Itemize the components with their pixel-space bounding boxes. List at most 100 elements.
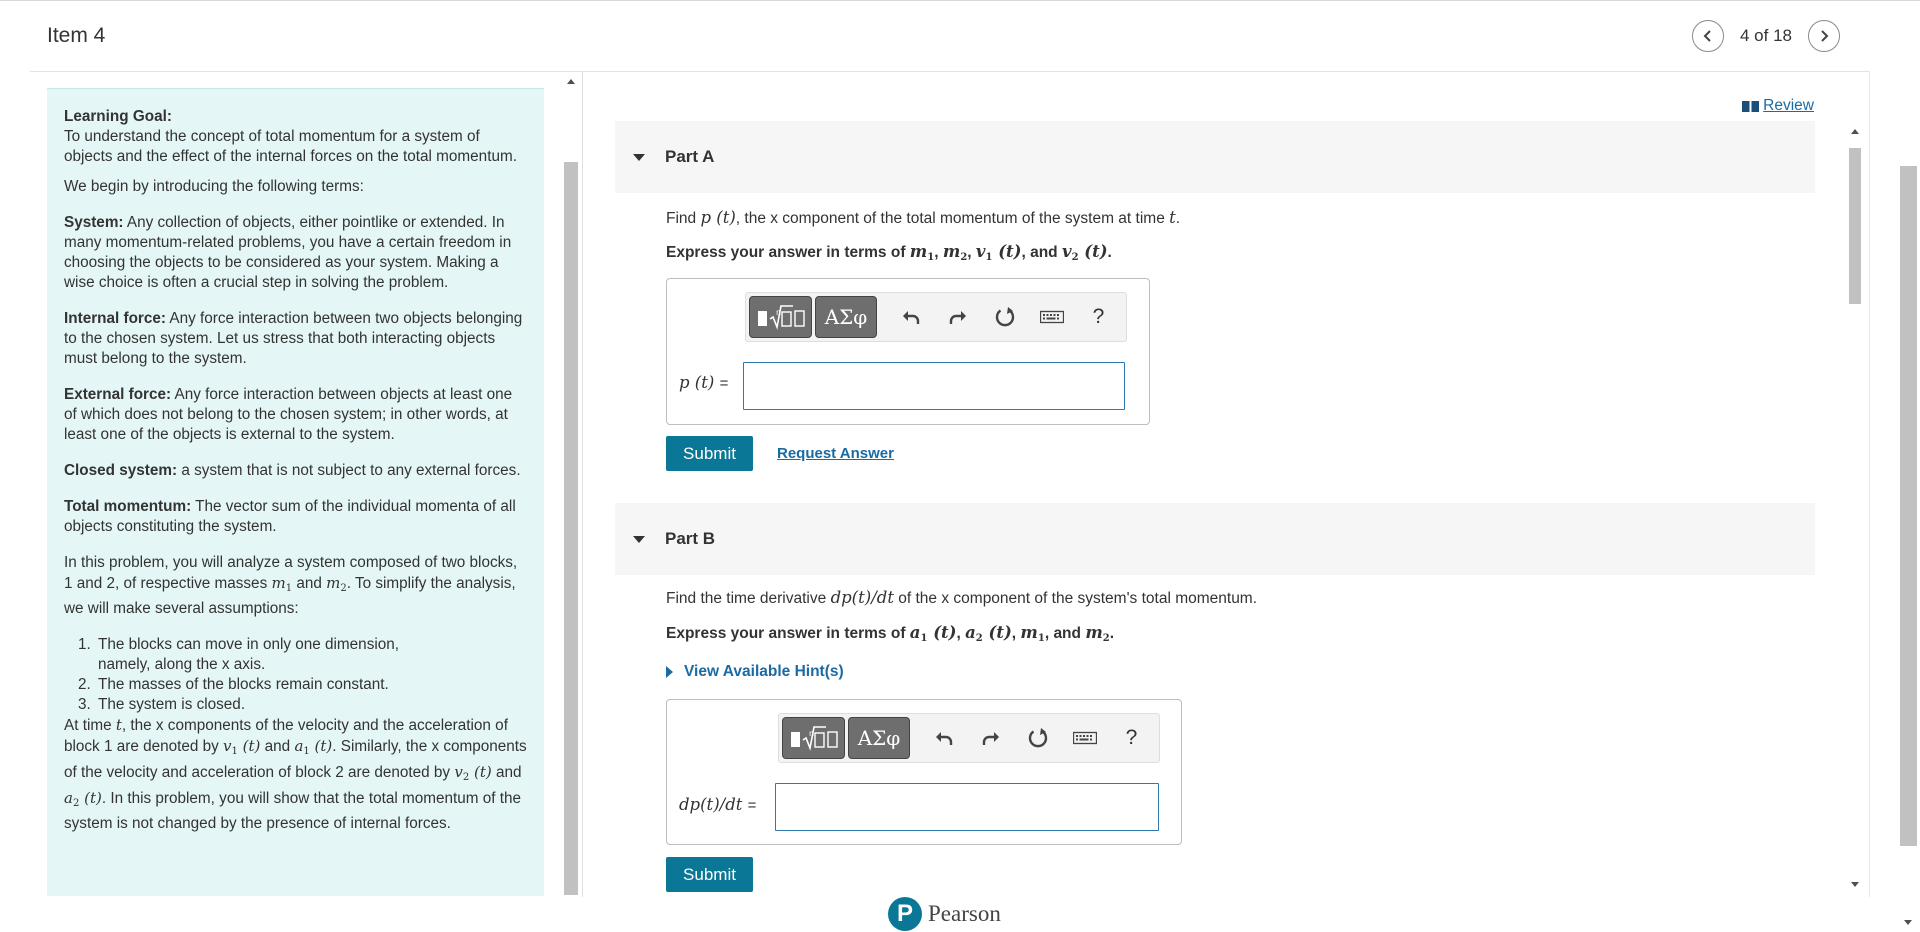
assumption-item: The system is closed.: [95, 695, 528, 715]
templates-button[interactable]: n: [782, 717, 845, 759]
item-pager: 4 of 18: [1692, 20, 1840, 52]
content-scrollbar[interactable]: [1846, 124, 1864, 896]
part-b-question: Find the time derivative dp(t)/dt of the…: [666, 588, 1258, 607]
scroll-down-arrow-icon[interactable]: [1904, 920, 1912, 925]
part-a-variable-label: p (t) =: [679, 373, 729, 392]
pearson-logo: P Pearson: [888, 897, 1001, 931]
closing-text: At time: [64, 717, 112, 734]
closing-text: and: [264, 738, 291, 755]
reset-button[interactable]: [981, 296, 1028, 338]
scroll-down-arrow-icon[interactable]: [1851, 882, 1859, 887]
greek-symbols-icon: ΑΣφ: [857, 726, 901, 750]
keyboard-icon: [1039, 310, 1064, 324]
greek-symbols-button[interactable]: ΑΣφ: [848, 717, 910, 759]
term-definition: a system that is not subject to any exte…: [181, 462, 521, 479]
brand-name: Pearson: [928, 901, 1001, 926]
scroll-up-arrow-icon[interactable]: [1851, 129, 1859, 134]
part-b-answer-box: n ΑΣφ ? dp(t)/dt =: [666, 699, 1182, 845]
math-a2t: a2 (t): [64, 789, 102, 809]
term-total-momentum: Total momentum: The vector sum of the in…: [64, 497, 528, 537]
keyboard-button[interactable]: [1061, 717, 1108, 759]
scroll-up-arrow-icon[interactable]: [567, 79, 575, 84]
intro-scrollbar[interactable]: [561, 74, 581, 897]
math-m1: m1: [1020, 623, 1045, 644]
view-hints-toggle[interactable]: View Available Hint(s): [666, 663, 844, 681]
content-scroll-thumb[interactable]: [1849, 148, 1861, 304]
redo-button[interactable]: [967, 717, 1014, 759]
math-toolbar: n ΑΣφ ?: [778, 713, 1160, 763]
greek-symbols-icon: ΑΣφ: [824, 305, 868, 329]
math-toolbar: n ΑΣφ ?: [745, 292, 1127, 342]
reset-button[interactable]: [1014, 717, 1061, 759]
part-b-variable-label: dp(t)/dt =: [679, 795, 757, 814]
part-a-title: Part A: [665, 147, 715, 166]
closing-text: and: [495, 764, 522, 781]
redo-icon: [949, 311, 966, 324]
part-b-answer-input[interactable]: [775, 783, 1159, 831]
learning-goal: Learning Goal: To understand the concept…: [64, 107, 528, 167]
term-label: External force:: [64, 386, 172, 403]
term-label: Closed system:: [64, 462, 178, 479]
undo-button[interactable]: [887, 296, 934, 338]
learning-goal-text: To understand the concept of total momen…: [64, 128, 517, 165]
previous-item-button[interactable]: [1692, 20, 1724, 52]
chevron-left-icon: [1703, 30, 1711, 42]
request-answer-link[interactable]: Request Answer: [777, 445, 894, 462]
term-label: Total momentum:: [64, 498, 192, 515]
term-external-force: External force: Any force interaction be…: [64, 385, 528, 445]
right-border: [1869, 71, 1870, 897]
book-icon: [1742, 100, 1760, 112]
term-label: System:: [64, 214, 124, 231]
undo-button[interactable]: [920, 717, 967, 759]
assumption-item: The blocks can move in only one dimensio…: [95, 635, 528, 675]
page-scroll-thumb[interactable]: [1900, 166, 1917, 846]
math-m1: m1: [271, 574, 293, 594]
help-button[interactable]: ?: [1108, 717, 1155, 759]
math-dpdt: dp(t)/dt: [830, 588, 894, 607]
help-button[interactable]: ?: [1075, 296, 1122, 338]
math-v1t: v1 (t): [223, 737, 261, 757]
term-label: Internal force:: [64, 310, 166, 327]
collapse-triangle-icon: [633, 535, 645, 543]
intro-panel[interactable]: Learning Goal: To understand the concept…: [47, 88, 544, 896]
term-system: System: Any collection of objects, eithe…: [64, 213, 528, 293]
problem-description: In this problem, you will analyze a syst…: [64, 553, 528, 619]
math-v2t: v2 (t): [1061, 242, 1108, 263]
intro-text: We begin by introducing the following te…: [64, 178, 364, 195]
part-a-header[interactable]: Part A: [615, 121, 1815, 193]
part-b-title: Part B: [665, 529, 716, 548]
math-v1t: v1 (t): [975, 242, 1022, 263]
part-b-instructions: Express your answer in terms of a1 (t), …: [666, 623, 1115, 644]
term-internal-force: Internal force: Any force interaction be…: [64, 309, 528, 369]
term-closed-system: Closed system: a system that is not subj…: [64, 461, 528, 481]
help-icon: ?: [1092, 305, 1105, 328]
part-b-submit-button[interactable]: Submit: [666, 857, 753, 892]
pearson-logo-icon: P: [888, 897, 922, 931]
part-a-submit-button[interactable]: Submit: [666, 436, 753, 471]
review-link[interactable]: Review: [1742, 97, 1814, 115]
part-b-header[interactable]: Part B: [615, 503, 1815, 575]
next-item-button[interactable]: [1808, 20, 1840, 52]
keyboard-button[interactable]: [1028, 296, 1075, 338]
svg-text:n: n: [809, 729, 814, 738]
redo-button[interactable]: [934, 296, 981, 338]
learning-goal-label: Learning Goal:: [64, 108, 172, 125]
help-icon: ?: [1125, 726, 1138, 749]
chevron-right-icon: [1821, 30, 1829, 42]
greek-symbols-button[interactable]: ΑΣφ: [815, 296, 877, 338]
part-a-answer-input[interactable]: [743, 362, 1125, 410]
part-a-answer-box: n ΑΣφ ? p (t) =: [666, 278, 1150, 425]
pager-text: 4 of 18: [1740, 26, 1792, 45]
keyboard-icon: [1072, 731, 1097, 745]
panel-divider: [582, 72, 583, 897]
templates-button[interactable]: n: [749, 296, 812, 338]
page-scrollbar[interactable]: [1897, 140, 1920, 932]
templates-icon: n: [757, 305, 805, 330]
undo-icon: [902, 311, 919, 324]
collapse-triangle-icon: [633, 153, 645, 161]
expand-triangle-icon: [666, 666, 673, 678]
templates-icon: n: [790, 726, 838, 751]
intro-scroll-thumb[interactable]: [564, 162, 578, 895]
math-a2t: a2 (t): [965, 623, 1012, 644]
reset-icon: [995, 307, 1014, 327]
